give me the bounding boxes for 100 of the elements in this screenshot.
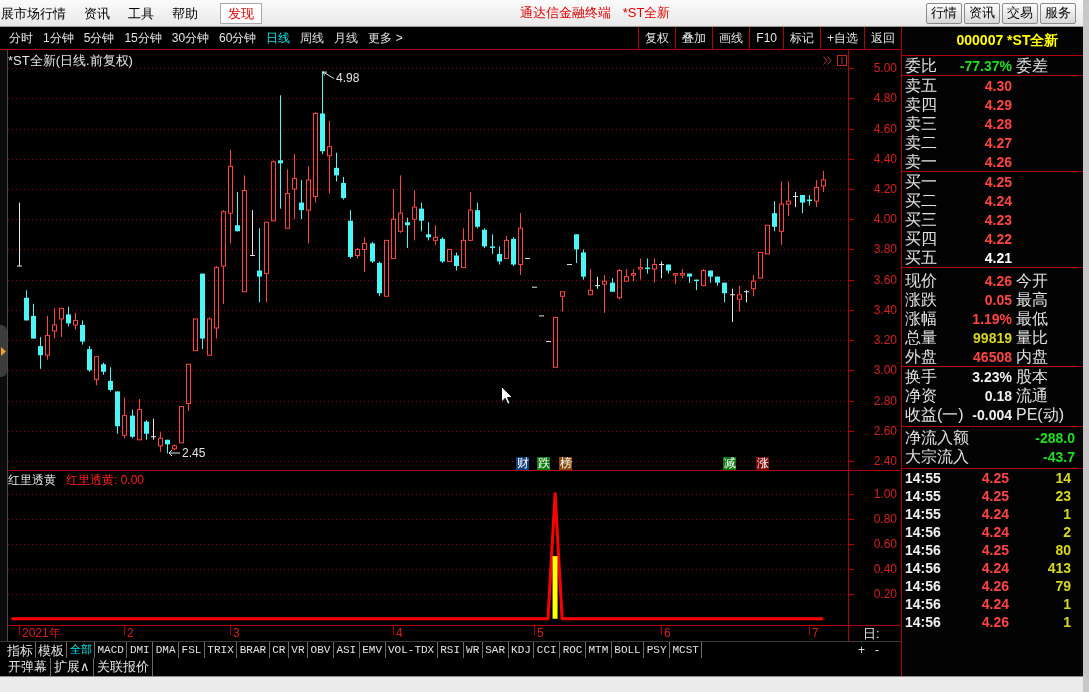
indicator-tab[interactable]: CR [269,642,289,658]
security-header: 000007 *ST全新 [956,32,1059,50]
menu-item[interactable]: 工具 [120,2,162,24]
trade-price: 4.26 [981,578,1009,594]
candlestick [80,319,85,346]
candlestick [278,94,283,210]
period-tab[interactable]: 5分钟 [83,30,115,46]
candlestick [482,227,487,249]
indicator-tab[interactable]: FSL [179,642,205,658]
menu-item[interactable]: 展市场行情 [0,2,74,24]
indicator-menu-button[interactable]: 模板 [36,642,67,658]
expand-handle[interactable] [0,325,7,377]
indicator-tab[interactable]: KDJ [508,642,535,658]
candlestick [772,200,777,232]
candlestick [765,224,770,255]
indicator-axis-label: 0.40 [873,561,897,576]
indicator-tab[interactable]: RSI [437,642,464,658]
top-button[interactable]: 服务 [1040,2,1076,24]
quote-label: 净资 [905,386,937,405]
indicator-tab[interactable]: VR [288,642,309,658]
trade-time: 14:55 [905,488,941,504]
period-tab[interactable]: 15分钟 [124,30,162,46]
order-level-label: 买三 [905,210,937,229]
indicator-tab[interactable]: EMV [359,642,386,658]
chart-tool-button[interactable]: +自选 [820,27,864,49]
quote-value: 1.19% [972,310,1012,327]
indicator-tab[interactable]: SAR [482,642,509,658]
event-tag[interactable]: 财 [516,457,529,470]
indicator-tab[interactable]: PSY [644,642,670,658]
zoom-button[interactable]: - [873,643,881,657]
candlestick [786,180,791,217]
indicator-tab[interactable]: 全部 [67,642,95,658]
period-tab[interactable]: 30分钟 [171,30,210,46]
candlestick [285,168,290,229]
indicator-tab[interactable]: DMI [127,642,154,658]
event-tag[interactable]: 减 [723,457,736,470]
order-price: 4.28 [984,115,1012,132]
panel-toggle-icon[interactable] [837,55,847,66]
period-tab[interactable]: 1分钟 [43,30,74,46]
candlestick [447,248,452,263]
order-level-label: 卖四 [905,95,937,114]
candlestick [779,180,784,246]
order-level-label: 买四 [905,229,937,248]
candlestick [405,217,410,249]
chart-tool-button[interactable]: 复权 [638,27,676,49]
trade-volume: 79 [1055,578,1071,594]
top-button[interactable]: 资讯 [964,2,1000,24]
order-price: 4.23 [984,211,1012,228]
quote-value: 46508 [973,348,1012,365]
indicator-tab[interactable]: DMA [153,642,180,658]
indicator-menu-button[interactable]: 指标 [5,642,36,658]
quote-value: 4.26 [984,272,1012,289]
menu-item[interactable]: 资讯 [76,2,118,24]
top-button[interactable]: 交易 [1002,2,1038,24]
candlestick [440,236,445,264]
period-tab[interactable]: 60分钟 [219,30,257,46]
candlestick [31,303,36,340]
indicator-tab[interactable]: CCI [534,642,561,658]
trade-time: 14:56 [905,596,941,612]
event-tag[interactable]: 跌 [537,457,550,470]
zoom-button[interactable]: + [856,643,867,657]
period-tab[interactable]: 日线 [266,30,291,46]
event-tag[interactable]: 榜 [559,457,572,470]
candlestick [468,191,473,241]
indicator-tab[interactable]: WR [463,642,483,658]
price-axis-label: 4.80 [873,91,897,106]
event-tag[interactable]: 涨 [756,457,769,470]
period-tab[interactable]: 分时 [9,30,33,46]
chart-tool-button[interactable]: F10 [749,27,783,49]
indicator-tab[interactable]: MTM [586,642,612,658]
candlestick [130,409,135,439]
candlestick [560,291,565,312]
indicator-axis-label: 0.60 [873,536,897,551]
indicator-tab[interactable]: BRAR [237,642,270,658]
candlestick [638,257,643,281]
menu-item[interactable]: 帮助 [164,2,206,24]
period-tab[interactable]: 更多 > [368,30,403,46]
indicator-tab[interactable]: BOLL [611,642,645,658]
candlestick [729,288,736,323]
chart-tool-button[interactable]: 叠加 [675,27,713,49]
trade-price: 4.24 [981,560,1009,576]
chart-tool-button[interactable]: 标记 [783,27,820,49]
indicator-tab[interactable]: TRIX [204,642,238,658]
period-tab[interactable]: 周线 [300,30,325,46]
indicator-tab[interactable]: MCST [670,642,703,658]
indicator-tab[interactable]: ROC [560,642,586,658]
candlestick [158,431,163,453]
quote-value: 0.18 [984,387,1012,404]
candlestick [235,191,240,232]
date-axis-label: 4 [396,626,403,640]
top-button[interactable]: 行情 [926,2,962,24]
indicator-tab[interactable]: MACD [95,642,128,658]
indicator-tab[interactable]: VOL-TDX [385,642,438,658]
indicator-tab[interactable]: ASI [333,642,360,658]
indicator-tab[interactable]: OBV [308,642,334,658]
double-chevron-icon[interactable] [823,56,832,65]
order-price: 4.24 [984,192,1012,209]
chart-tool-button[interactable]: 画线 [712,27,750,49]
price-axis-label: 4.00 [873,212,897,227]
period-tab[interactable]: 月线 [334,30,359,46]
